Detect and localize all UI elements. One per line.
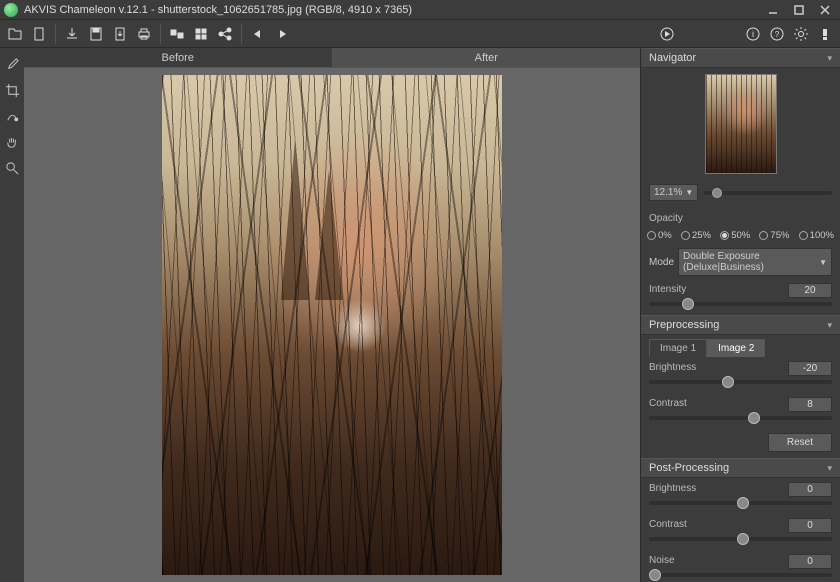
- minimize-button[interactable]: [762, 2, 784, 18]
- opacity-100[interactable]: 100%: [799, 230, 834, 241]
- opacity-radios: 0% 25% 50% 75% 100%: [641, 230, 840, 245]
- separator: [160, 24, 161, 44]
- save-button[interactable]: [85, 23, 107, 45]
- noise-value[interactable]: 0: [788, 554, 832, 569]
- post-brightness-value[interactable]: 0: [788, 482, 832, 497]
- new-document-button[interactable]: [28, 23, 50, 45]
- titlebar: AKVIS Chameleon v.12.1 - shutterstock_10…: [0, 0, 840, 20]
- close-button[interactable]: [814, 2, 836, 18]
- preprocessing-header[interactable]: Preprocessing ▾: [641, 315, 840, 335]
- navigator-header[interactable]: Navigator ▾: [641, 48, 840, 68]
- intensity-slider[interactable]: [649, 302, 832, 306]
- mode-select[interactable]: Double Exposure (Deluxe|Business) ▼: [678, 248, 832, 276]
- main-toolbar: i ?: [0, 20, 840, 48]
- batch-button[interactable]: [166, 23, 188, 45]
- print-button[interactable]: [133, 23, 155, 45]
- tab-after[interactable]: After: [333, 48, 641, 67]
- opacity-75[interactable]: 75%: [759, 230, 789, 241]
- preprocessing-title: Preprocessing: [649, 319, 719, 331]
- post-contrast-label: Contrast: [649, 519, 687, 530]
- canvas-area: Before After: [24, 48, 640, 582]
- chevron-down-icon: ▼: [685, 188, 693, 197]
- maximize-button[interactable]: [788, 2, 810, 18]
- separator: [241, 24, 242, 44]
- postprocessing-header[interactable]: Post-Processing ▾: [641, 458, 840, 478]
- smudge-tool[interactable]: [2, 106, 22, 126]
- mode-label: Mode: [649, 257, 674, 268]
- undo-button[interactable]: [247, 23, 269, 45]
- intensity-value[interactable]: 20: [788, 283, 832, 298]
- pre-contrast-slider[interactable]: [649, 416, 832, 420]
- hand-tool[interactable]: [2, 132, 22, 152]
- view-tabs: Before After: [24, 48, 640, 68]
- subtab-image2[interactable]: Image 2: [707, 339, 765, 357]
- zoom-tool[interactable]: [2, 158, 22, 178]
- post-contrast-slider[interactable]: [649, 537, 832, 541]
- canvas-viewport[interactable]: [24, 68, 640, 582]
- post-brightness-label: Brightness: [649, 483, 696, 494]
- navigator-thumbnail[interactable]: [705, 74, 777, 174]
- pre-reset-button[interactable]: Reset: [768, 433, 832, 452]
- app-icon: [4, 3, 18, 17]
- tab-before[interactable]: Before: [24, 48, 332, 67]
- opacity-25[interactable]: 25%: [681, 230, 711, 241]
- postprocessing-title: Post-Processing: [649, 462, 729, 474]
- noise-label: Noise: [649, 555, 675, 566]
- pre-contrast-label: Contrast: [649, 398, 687, 409]
- pre-brightness-value[interactable]: -20: [788, 361, 832, 376]
- presets-button[interactable]: [190, 23, 212, 45]
- post-brightness-slider[interactable]: [649, 501, 832, 505]
- import-button[interactable]: [61, 23, 83, 45]
- share-button[interactable]: [214, 23, 236, 45]
- export-button[interactable]: [109, 23, 131, 45]
- open-button[interactable]: [4, 23, 26, 45]
- result-image: [162, 75, 502, 575]
- noise-slider[interactable]: [649, 573, 832, 577]
- window-title: AKVIS Chameleon v.12.1 - shutterstock_10…: [24, 4, 762, 16]
- run-button[interactable]: [656, 23, 678, 45]
- svg-text:?: ?: [775, 30, 780, 39]
- navigator-title: Navigator: [649, 52, 696, 64]
- post-contrast-value[interactable]: 0: [788, 518, 832, 533]
- opacity-50[interactable]: 50%: [720, 230, 750, 241]
- pre-brightness-slider[interactable]: [649, 380, 832, 384]
- left-toolbar: [0, 48, 24, 582]
- pre-contrast-value[interactable]: 8: [788, 397, 832, 412]
- zoom-value: 12.1%: [654, 187, 682, 198]
- opacity-label: Opacity: [649, 213, 832, 224]
- notice-button[interactable]: [814, 23, 836, 45]
- help-button[interactable]: ?: [766, 23, 788, 45]
- pre-brightness-label: Brightness: [649, 362, 696, 373]
- redo-button[interactable]: [271, 23, 293, 45]
- mode-value: Double Exposure (Deluxe|Business): [683, 251, 819, 273]
- info-button[interactable]: i: [742, 23, 764, 45]
- eyedropper-tool[interactable]: [2, 54, 22, 74]
- svg-text:i: i: [752, 29, 754, 39]
- settings-button[interactable]: [790, 23, 812, 45]
- chevron-down-icon: ▼: [819, 258, 827, 267]
- subtab-image1[interactable]: Image 1: [649, 339, 707, 357]
- separator: [55, 24, 56, 44]
- collapse-icon: ▾: [827, 463, 832, 474]
- zoom-slider[interactable]: [704, 191, 832, 195]
- collapse-icon: ▾: [827, 320, 832, 331]
- right-panel: Navigator ▾ 12.1% ▼ Opacity 0% 25% 50% 7…: [640, 48, 840, 582]
- crop-tool[interactable]: [2, 80, 22, 100]
- intensity-label: Intensity: [649, 284, 686, 295]
- collapse-icon: ▾: [827, 53, 832, 64]
- opacity-0[interactable]: 0%: [647, 230, 672, 241]
- zoom-dropdown[interactable]: 12.1% ▼: [649, 184, 698, 201]
